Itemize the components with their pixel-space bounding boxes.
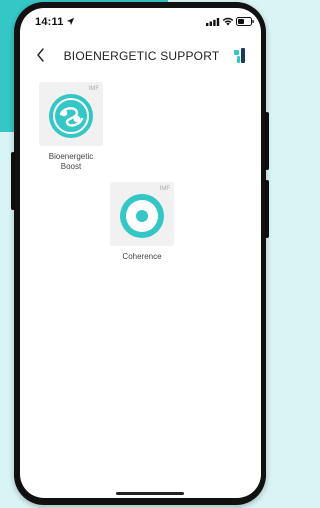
navigation-bar: BIOENERGETIC SUPPORT [20,44,261,70]
side-button-left [11,152,15,210]
wifi-icon [222,17,234,26]
app-screen: 14:11 BIOENERGETIC SUPPORT IMF Bioenerge… [20,8,261,498]
tile-coherence[interactable]: IMF Coherence [110,182,174,270]
tile-label: Bioenergetic Boost [21,152,121,172]
tile-label-line2: Boost [60,162,82,171]
location-arrow-icon [66,17,75,26]
tile-label-line1: Bioenergetic [48,152,94,161]
side-button-right-bottom [265,180,269,238]
battery-icon [236,17,254,26]
status-bar: 14:11 [20,8,261,36]
cellular-signal-icon [206,18,220,26]
back-chevron-icon[interactable] [34,46,48,64]
tile-bioenergetic-boost[interactable]: IMF Bioenergetic Boost [39,82,103,177]
tile-label-line1: Coherence [122,252,162,261]
side-button-right-top [265,112,269,170]
swirl-icon [49,94,93,138]
home-indicator[interactable] [116,492,184,495]
tile-label: Coherence [92,252,192,262]
page-title: BIOENERGETIC SUPPORT [63,49,220,63]
brand-logo-icon [234,48,245,63]
target-dot-icon [120,194,164,238]
status-time: 14:11 [35,16,64,28]
